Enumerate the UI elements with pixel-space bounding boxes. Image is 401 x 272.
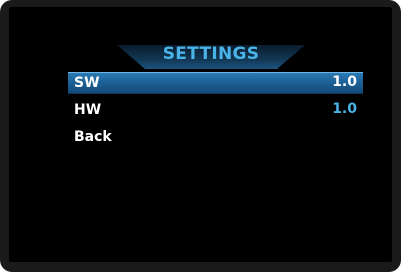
- menu-item-label: SW: [74, 75, 100, 91]
- menu-item-hw[interactable]: HW 1.0: [68, 100, 363, 120]
- menu-item-value: 1.0: [332, 74, 357, 90]
- menu-item-label: HW: [74, 102, 102, 118]
- settings-screen: SETTINGS SW 1.0 HW 1.0 Back: [9, 7, 392, 262]
- menu-item-value: 1.0: [332, 101, 357, 117]
- title-banner: SETTINGS: [117, 39, 305, 73]
- menu-item-label: Back: [74, 129, 112, 145]
- page-title: SETTINGS: [162, 44, 260, 64]
- device-bezel: SETTINGS SW 1.0 HW 1.0 Back: [0, 0, 401, 272]
- menu-item-back[interactable]: Back: [68, 127, 363, 147]
- menu-item-sw[interactable]: SW 1.0: [68, 72, 363, 94]
